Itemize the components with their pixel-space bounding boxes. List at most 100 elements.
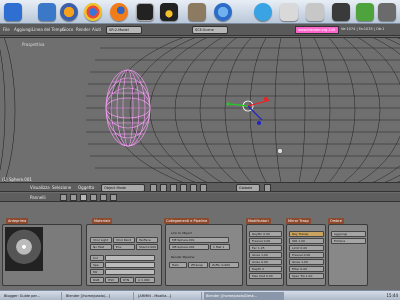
settings-icon[interactable]	[306, 3, 324, 21]
color-r-slider[interactable]	[105, 255, 155, 261]
raymir-field[interactable]: RayMir 0.00	[249, 231, 282, 237]
halo-toggle[interactable]: Halo	[169, 262, 187, 268]
draw-type-button[interactable]	[150, 184, 157, 192]
user-icon[interactable]	[378, 3, 396, 21]
transform-orientation-selector[interactable]: Globale	[236, 184, 260, 192]
scale-button[interactable]	[200, 184, 207, 192]
vcol-light-toggle[interactable]: VCol Light	[90, 237, 112, 243]
mesh-name-field[interactable]: ME:Sphere.001	[169, 237, 229, 243]
pivot-button[interactable]	[160, 184, 167, 192]
shadow-panel: Aggiungi Elimina	[328, 224, 368, 286]
task-blender-1[interactable]: Blender [/home/paolo/...]	[64, 292, 134, 300]
no-mist-toggle[interactable]: No Mist	[90, 244, 112, 250]
ztransp-toggle[interactable]: ZTransp	[188, 262, 208, 268]
fresnel-field[interactable]: Fresnel 0.00	[249, 238, 282, 244]
env-toggle[interactable]: Env	[113, 244, 135, 250]
kde-dock	[0, 0, 400, 24]
gimp-icon[interactable]	[188, 3, 206, 21]
gloss-field[interactable]: Gloss 1.00	[249, 252, 282, 258]
hsv-button[interactable]: HSV	[105, 277, 119, 283]
ior-field[interactable]: IOR 1.00	[289, 238, 324, 244]
mirror-transp-panel: Ray Transp IOR 1.00 Limit 0.00 Fresnel 0…	[286, 224, 326, 286]
texface-toggle[interactable]: TexFace	[136, 237, 158, 243]
limit-field[interactable]: Limit 0.00	[289, 245, 324, 251]
transp-gloss-field[interactable]: Gloss 1.00	[289, 259, 324, 265]
editing-context-button[interactable]	[100, 194, 107, 201]
add-button[interactable]: Aggiungi	[331, 231, 366, 237]
zoffs-field[interactable]: Zoffs: 0.000	[209, 262, 239, 268]
menu-add[interactable]: Aggiungi	[14, 27, 32, 32]
clock: 15:44	[386, 293, 398, 298]
scene-context-button[interactable]	[110, 194, 117, 201]
delete-button[interactable]: Elimina	[331, 238, 366, 244]
shading-context-button[interactable]	[80, 194, 87, 201]
buttons-window: Anteprima Materiale Collegamenti e Pipel…	[0, 202, 400, 290]
alpha-slider[interactable]: A 1.000	[135, 277, 155, 283]
menu-view[interactable]: Visualizza	[30, 185, 50, 190]
tux-icon[interactable]	[160, 3, 178, 21]
menu-panels[interactable]: Pannelli	[30, 195, 46, 200]
menu-help[interactable]: Aiuti	[92, 27, 101, 32]
kde-icon[interactable]	[4, 3, 22, 21]
blender-icon[interactable]	[110, 3, 128, 21]
home-icon[interactable]	[38, 3, 56, 21]
manipulator-button[interactable]	[170, 184, 177, 192]
menu-game[interactable]: Gioco	[62, 27, 73, 32]
terminal-icon[interactable]	[136, 3, 154, 21]
max-dist-field[interactable]: Max Dist 0.00	[249, 273, 282, 279]
display-icon[interactable]	[332, 3, 350, 21]
menu-file[interactable]: File	[3, 27, 10, 32]
filter-field[interactable]: Filter 0.00	[289, 266, 324, 272]
aniso-field[interactable]: Aniso 0.00	[249, 259, 282, 265]
mir-button[interactable]: Mir	[90, 269, 104, 275]
3d-viewport[interactable]: Prospettiva (1) Sphere.001	[0, 37, 400, 182]
object-name-field[interactable]: OB:Sphere.001	[169, 244, 209, 250]
buttons-header: Pannelli	[0, 193, 400, 202]
blender-info-header: File Aggiungi Linea del Tempo Gioco Rend…	[0, 24, 400, 36]
vcol-paint-toggle[interactable]: VCol Paint	[113, 237, 135, 243]
translate-button[interactable]	[180, 184, 187, 192]
depth-field[interactable]: Depth 2	[249, 266, 282, 272]
blender-url-field: www.blender.org 249	[295, 26, 339, 34]
logic-context-button[interactable]	[60, 194, 67, 201]
color-b-slider[interactable]	[105, 269, 155, 275]
scene-selector[interactable]: SCE:Scene	[192, 26, 228, 34]
ray-transp-toggle[interactable]: Ray Transp	[289, 231, 324, 237]
menu-select[interactable]: Selezione	[52, 185, 71, 190]
task-blender-2[interactable]: Blender [/home/paolo/Desk...	[204, 292, 284, 300]
render-pipeline-label: Render Pipeline	[171, 255, 195, 259]
menu-timeline[interactable]: Linea del Tempo	[32, 27, 65, 32]
mode-selector[interactable]: Object Mode	[101, 184, 145, 192]
transp-fresnel-field[interactable]: Fresnel 0.00	[289, 252, 324, 258]
rotate-button[interactable]	[190, 184, 197, 192]
3d-view-header: Visualizza Selezione Oggetto Object Mode…	[0, 182, 400, 192]
dyn-button[interactable]: DYN	[120, 277, 134, 283]
fac-field[interactable]: Fac 1.25	[249, 245, 282, 251]
mesh-canvas	[0, 38, 400, 182]
color-g-slider[interactable]	[105, 262, 155, 268]
material-index-field[interactable]: 1 Mat 1	[210, 244, 230, 250]
col-button[interactable]: Col	[90, 255, 104, 261]
task-blogger[interactable]: Blogger: Guide per...	[2, 292, 62, 300]
globe-icon[interactable]	[214, 3, 232, 21]
skype-icon[interactable]	[254, 3, 272, 21]
menu-render[interactable]: Render	[76, 27, 90, 32]
viewport-label: Prospettiva	[22, 42, 45, 47]
rgb-button[interactable]: RGB	[90, 277, 104, 283]
menu-object[interactable]: Oggetto	[78, 185, 94, 190]
task-mozilla[interactable]: [ARMIN - Mozilla...]	[136, 292, 202, 300]
firefox-icon[interactable]	[60, 3, 78, 21]
spe-button[interactable]: Spe	[90, 262, 104, 268]
email-icon[interactable]	[280, 3, 298, 21]
spec-tra-field[interactable]: Spec Tra 1.00	[289, 273, 324, 279]
chrome-icon[interactable]	[84, 3, 102, 21]
screen-selector[interactable]: SR:2-Model	[106, 26, 142, 34]
object-context-button[interactable]	[90, 194, 97, 201]
layer-button[interactable]	[264, 184, 271, 192]
scene-stats: Ve:1074 | Fa:1035 | Ob:1	[341, 27, 385, 31]
network-icon[interactable]	[356, 3, 374, 21]
taskbar: Blogger: Guide per... Blender [/home/pao…	[0, 290, 400, 300]
shad-field[interactable]: Shad 0.000	[136, 244, 158, 250]
script-context-button[interactable]	[70, 194, 77, 201]
material-panel: VCol Light VCol Paint TexFace No Mist En…	[86, 224, 162, 286]
